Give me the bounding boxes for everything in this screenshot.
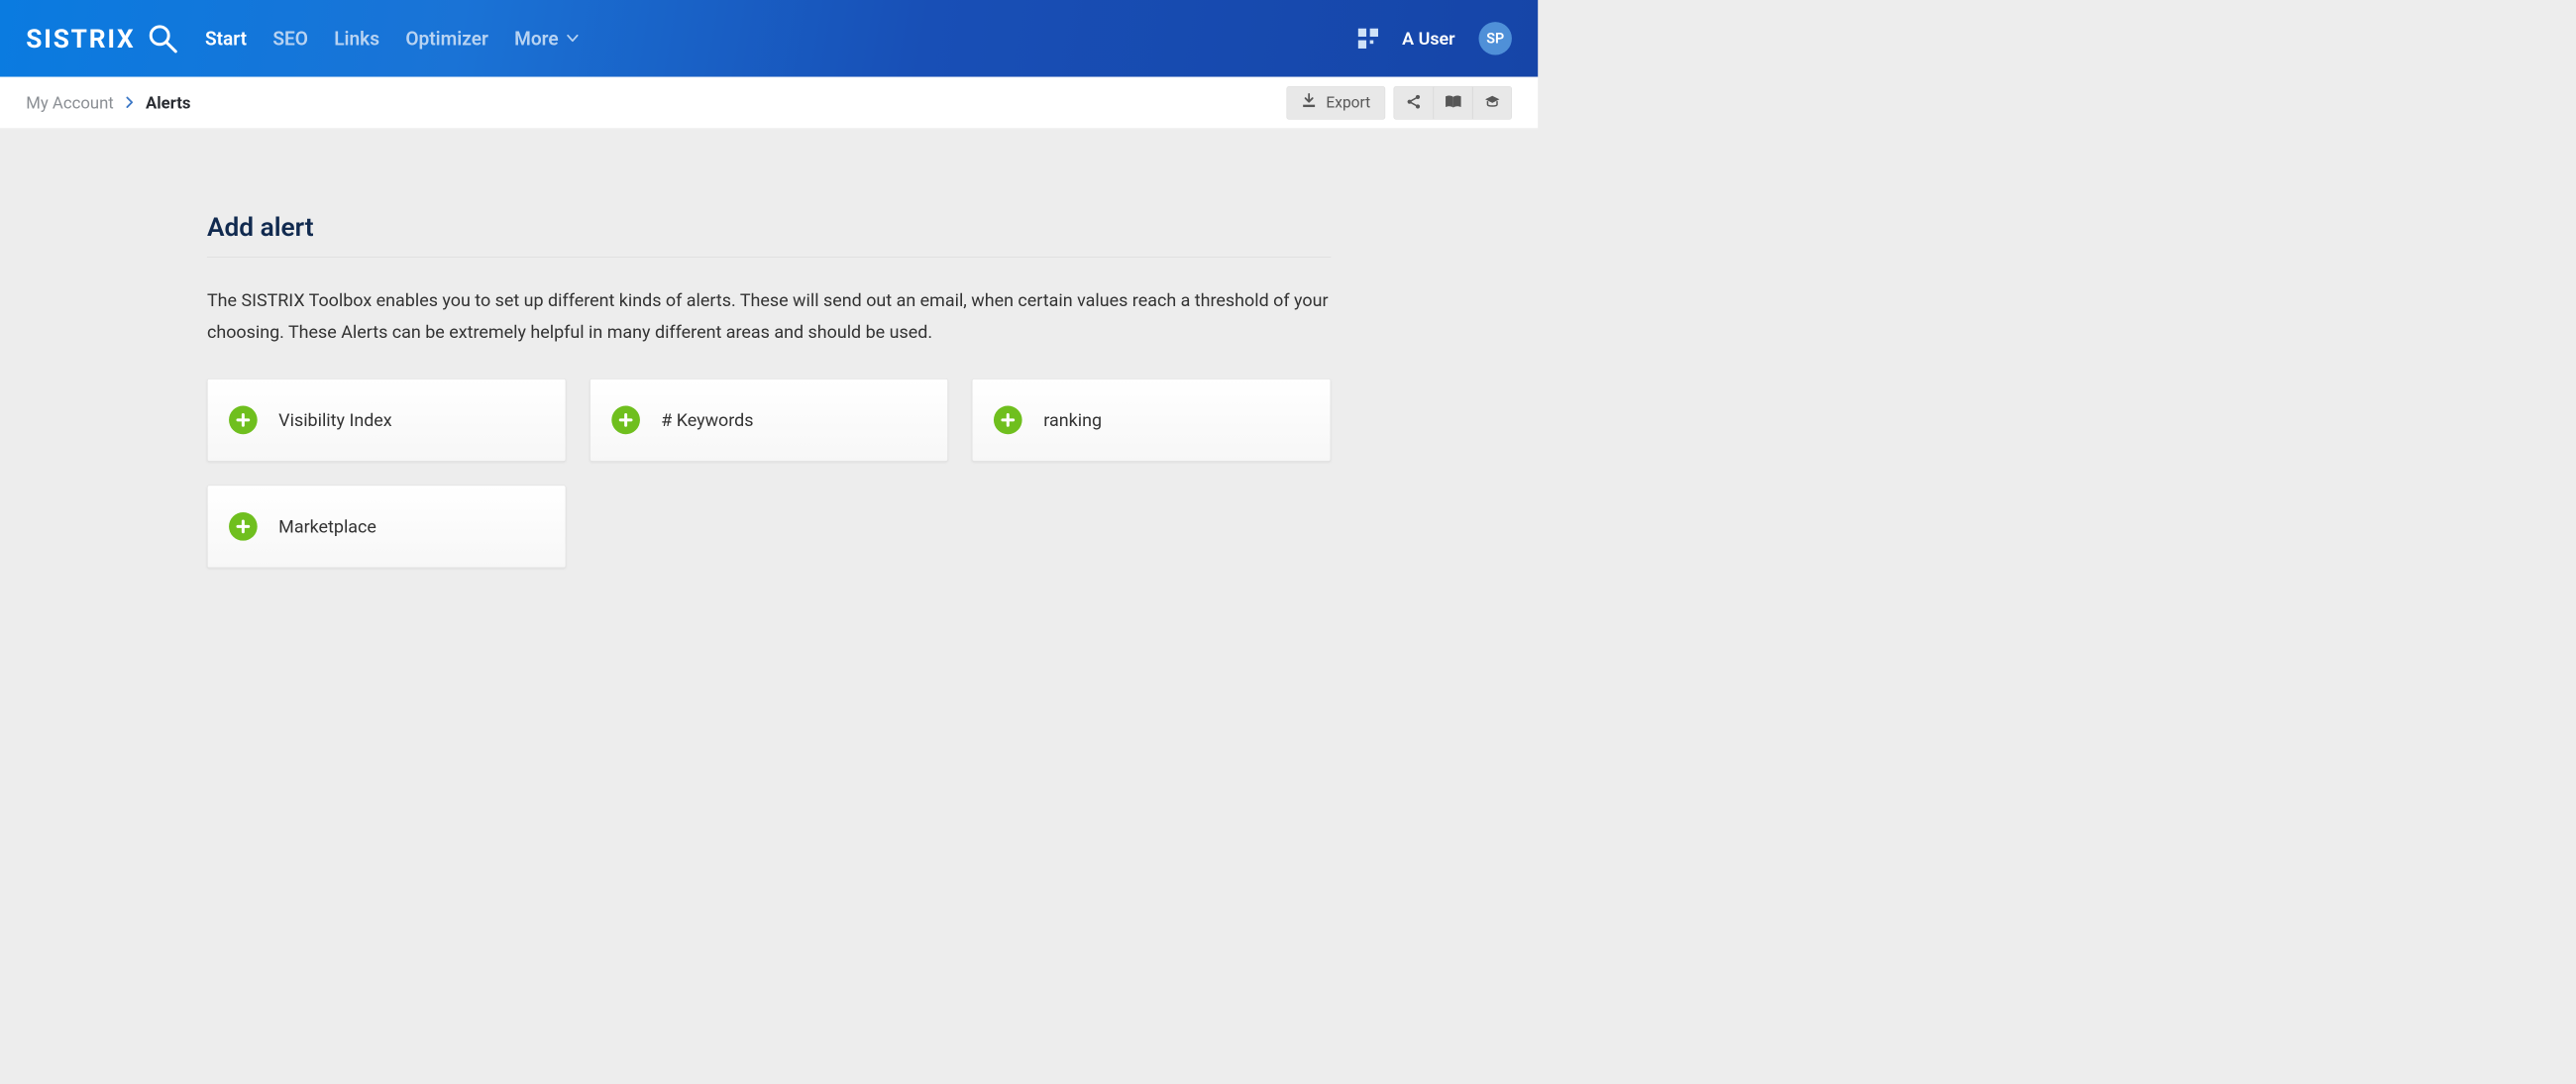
breadcrumb: My Account Alerts	[26, 93, 190, 113]
graduate-icon	[1484, 94, 1501, 111]
alert-card-label: Marketplace	[278, 516, 376, 537]
page-description: The SISTRIX Toolbox enables you to set u…	[207, 285, 1331, 348]
alert-card-label: ranking	[1043, 409, 1102, 430]
title-divider	[207, 257, 1331, 258]
profile-button[interactable]	[1472, 86, 1511, 118]
brand-name: SISTRIX	[26, 23, 135, 54]
action-icon-group	[1394, 86, 1512, 119]
nav-label: Optimizer	[405, 27, 488, 50]
page-title: Add alert	[207, 212, 1331, 257]
share-icon	[1406, 94, 1422, 112]
topbar: SISTRIX Start SEO Links Optimizer More	[0, 0, 1538, 77]
nav-optimizer[interactable]: Optimizer	[405, 27, 488, 50]
nav-label: Links	[334, 27, 379, 50]
nav-label: SEO	[272, 27, 308, 50]
subbar-actions: Export	[1286, 86, 1511, 119]
docs-button[interactable]	[1434, 86, 1472, 118]
nav-start[interactable]: Start	[205, 27, 247, 50]
book-icon	[1445, 94, 1462, 111]
alert-card-label: # Keywords	[661, 409, 753, 430]
download-icon	[1301, 93, 1317, 113]
main-content: Add alert The SISTRIX Toolbox enables yo…	[207, 129, 1331, 568]
main-nav: Start SEO Links Optimizer More	[205, 27, 579, 50]
apps-grid-icon[interactable]	[1358, 29, 1378, 49]
export-button[interactable]: Export	[1286, 86, 1385, 119]
magnifier-icon	[146, 22, 178, 54]
plus-icon	[229, 512, 258, 541]
plus-icon	[229, 406, 258, 435]
plus-icon	[611, 406, 640, 435]
topbar-right: A User SP	[1358, 22, 1512, 54]
alert-card-keywords[interactable]: # Keywords	[590, 379, 948, 462]
breadcrumb-current: Alerts	[146, 93, 190, 113]
export-label: Export	[1326, 94, 1370, 112]
nav-more[interactable]: More	[514, 27, 579, 50]
alert-type-grid: Visibility Index # Keywords ranking Mark…	[207, 379, 1331, 568]
alert-card-label: Visibility Index	[278, 409, 392, 430]
share-button[interactable]	[1394, 86, 1433, 118]
alert-card-marketplace[interactable]: Marketplace	[207, 486, 566, 569]
nav-label: More	[514, 27, 559, 50]
nav-label: Start	[205, 27, 247, 50]
breadcrumb-root[interactable]: My Account	[26, 93, 114, 113]
subbar: My Account Alerts Export	[0, 77, 1538, 130]
chevron-down-icon	[567, 35, 579, 43]
nav-seo[interactable]: SEO	[272, 27, 308, 50]
avatar[interactable]: SP	[1479, 22, 1512, 54]
alert-card-visibility-index[interactable]: Visibility Index	[207, 379, 566, 462]
chevron-right-icon	[126, 93, 134, 113]
nav-links[interactable]: Links	[334, 27, 379, 50]
user-name[interactable]: A User	[1402, 28, 1454, 49]
alert-card-ranking[interactable]: ranking	[972, 379, 1331, 462]
plus-icon	[994, 406, 1022, 435]
avatar-initials: SP	[1486, 30, 1504, 47]
brand-logo[interactable]: SISTRIX	[26, 22, 178, 54]
